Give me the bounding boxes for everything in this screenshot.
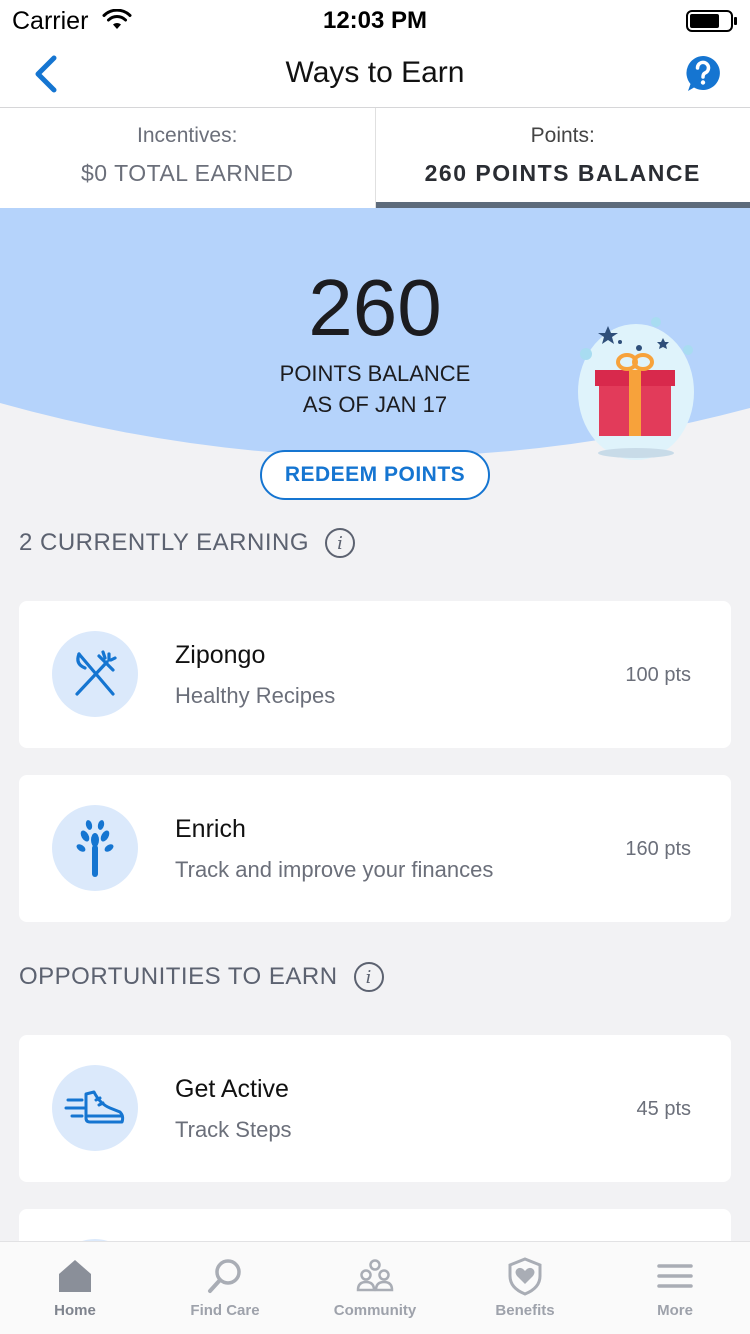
- tab-benefits-label: Benefits: [495, 1302, 555, 1319]
- opportunities-title: OPPORTUNITIES TO EARN: [19, 963, 338, 990]
- tab-home-label: Home: [54, 1302, 96, 1319]
- menu-icon: [657, 1264, 693, 1288]
- tab-more[interactable]: More: [600, 1242, 750, 1334]
- card-subtitle: Track and improve your finances: [175, 857, 494, 882]
- home-icon: [59, 1260, 91, 1292]
- tab-community[interactable]: Community: [300, 1242, 450, 1334]
- tab-incentives[interactable]: Incentives: $0 TOTAL EARNED: [0, 108, 375, 208]
- tab-find-care[interactable]: Find Care: [150, 1242, 300, 1334]
- info-icon[interactable]: i: [353, 962, 384, 992]
- opportunity-card-get-active[interactable]: Get Active Track Steps 45 pts: [19, 1035, 731, 1182]
- sprout-icon: [52, 805, 138, 891]
- earning-card-zipongo[interactable]: Zipongo Healthy Recipes 100 pts: [19, 601, 731, 748]
- info-icon[interactable]: i: [325, 528, 355, 558]
- tab-incentives-value: $0 TOTAL EARNED: [81, 160, 294, 186]
- card-points: 45 pts: [636, 1098, 691, 1120]
- shield-heart-icon: [508, 1257, 542, 1296]
- card-subtitle: Healthy Recipes: [175, 683, 336, 708]
- tab-points-label: Points:: [530, 124, 595, 147]
- currently-earning-title: 2 CURRENTLY EARNING: [19, 529, 309, 556]
- search-icon: [208, 1259, 241, 1293]
- tab-community-label: Community: [333, 1302, 417, 1319]
- card-title: Zipongo: [175, 641, 266, 669]
- bottom-tab-bar: Home Find Care Community Benefits More: [0, 1241, 750, 1334]
- tab-points[interactable]: Points: 260 POINTS BALANCE: [374, 108, 750, 208]
- status-time: 12:03 PM: [322, 7, 428, 34]
- currently-earning-header: 2 CURRENTLY EARNING i: [19, 528, 355, 558]
- tab-more-label: More: [657, 1302, 693, 1319]
- navigation-bar: Ways to Earn: [0, 40, 750, 108]
- help-bubble-icon[interactable]: [684, 54, 722, 94]
- page-title: Ways to Earn: [285, 56, 465, 89]
- tab-incentives-label: Incentives:: [137, 124, 238, 147]
- tab-home[interactable]: Home: [0, 1242, 150, 1334]
- tab-points-value: 260 POINTS BALANCE: [424, 160, 701, 186]
- status-bar: Carrier 12:03 PM: [0, 0, 750, 40]
- battery-icon: [686, 10, 737, 32]
- community-icon: [356, 1259, 394, 1292]
- fork-knife-icon: [52, 631, 138, 717]
- opportunities-header: OPPORTUNITIES TO EARN i: [19, 962, 384, 992]
- card-points: 160 pts: [625, 838, 691, 860]
- earning-card-enrich[interactable]: Enrich Track and improve your finances 1…: [19, 775, 731, 922]
- earning-tabs: Incentives: $0 TOTAL EARNED Points: 260 …: [0, 108, 750, 208]
- redeem-points-button[interactable]: REDEEM POINTS: [260, 450, 490, 500]
- card-points: 100 pts: [625, 664, 691, 686]
- card-title: Get Active: [175, 1075, 289, 1103]
- gift-icon: [578, 317, 694, 460]
- tab-find-care-label: Find Care: [190, 1302, 260, 1319]
- card-title: Enrich: [175, 815, 246, 843]
- running-shoe-icon: [52, 1065, 138, 1151]
- card-subtitle: Track Steps: [175, 1117, 292, 1142]
- tab-benefits[interactable]: Benefits: [450, 1242, 600, 1334]
